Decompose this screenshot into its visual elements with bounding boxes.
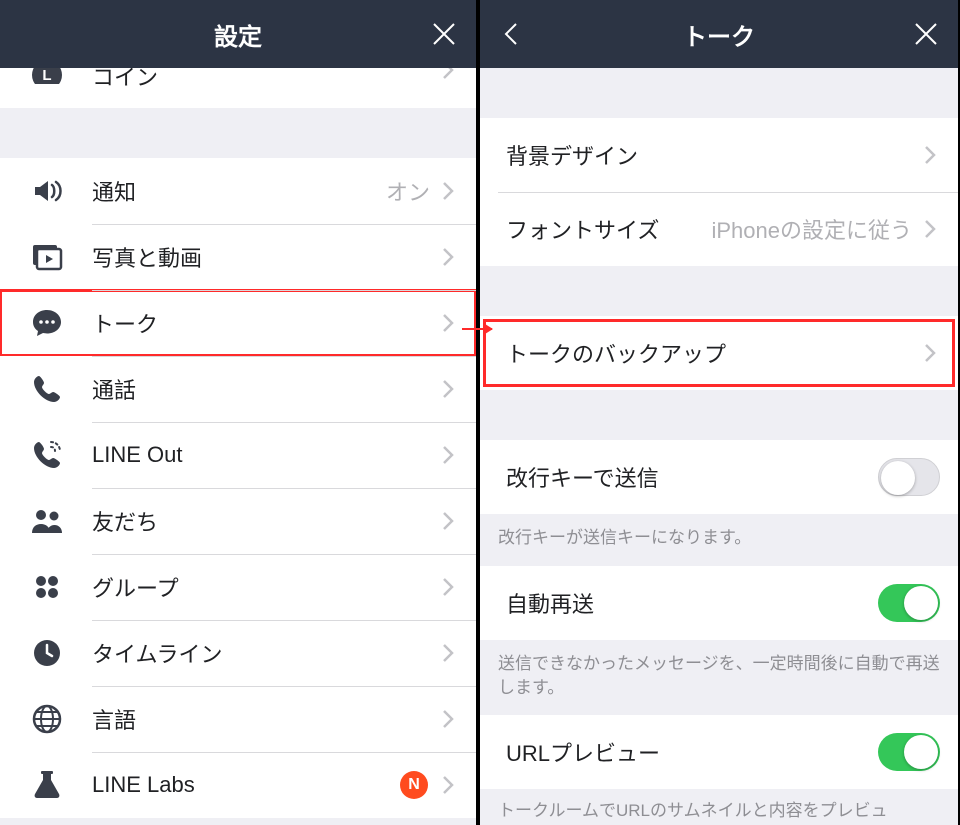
url-preview-switch[interactable] (878, 733, 940, 771)
chevron-right-icon (438, 577, 458, 597)
phone-icon (26, 368, 68, 410)
row-font-size[interactable]: フォントサイズ iPhoneの設定に従う (480, 192, 958, 266)
settings-header: 設定 (0, 0, 476, 68)
row-auto-resend[interactable]: 自動再送 (480, 566, 958, 640)
clock-icon (26, 632, 68, 674)
auto-resend-help: 送信できなかったメッセージを、一定時間後に自動で再送します。 (480, 640, 958, 716)
chevron-right-icon (438, 709, 458, 729)
coin-icon: L (26, 68, 68, 84)
row-groups[interactable]: グループ (0, 554, 476, 620)
row-lineout[interactable]: LINE Out (0, 422, 476, 488)
chevron-right-icon (920, 145, 940, 165)
row-url-preview[interactable]: URLプレビュー (480, 715, 958, 789)
talk-icon (26, 302, 68, 344)
friends-icon (26, 500, 68, 542)
new-badge: N (400, 771, 428, 799)
row-coin[interactable]: L コイン (0, 68, 476, 108)
backup-label: トークのバックアップ (506, 337, 920, 369)
chevron-right-icon (438, 68, 458, 80)
section-gap (0, 108, 476, 158)
close-button[interactable] (894, 0, 958, 68)
chevron-right-icon (920, 343, 940, 363)
speaker-icon (26, 170, 68, 212)
auto-resend-label: 自動再送 (506, 587, 878, 619)
chevron-right-icon (438, 775, 458, 795)
section-gap (480, 390, 958, 440)
back-icon (498, 20, 526, 48)
row-lang[interactable]: 言語 (0, 686, 476, 752)
url-preview-help: トークルームでURLのサムネイルと内容をプレビュ (480, 789, 958, 823)
friends-label: 友だち (92, 505, 438, 537)
chevron-right-icon (438, 379, 458, 399)
settings-screen: 設定 L コイン 通知 オン 写真と動画 (0, 0, 478, 825)
chevron-right-icon (438, 313, 458, 333)
flask-icon (26, 764, 68, 806)
row-talk[interactable]: トーク (0, 290, 476, 356)
back-button[interactable] (480, 0, 544, 68)
lineout-label: LINE Out (92, 442, 438, 468)
enter-send-label: 改行キーで送信 (506, 461, 878, 493)
chevron-right-icon (438, 247, 458, 267)
coin-label: コイン (92, 68, 438, 92)
talk-label: トーク (92, 307, 438, 339)
close-button[interactable] (412, 0, 476, 68)
auto-resend-switch[interactable] (878, 584, 940, 622)
row-timeline[interactable]: タイムライン (0, 620, 476, 686)
media-label: 写真と動画 (92, 241, 438, 273)
notify-value: オン (386, 175, 430, 207)
close-icon (430, 20, 458, 48)
groups-icon (26, 566, 68, 608)
globe-icon (26, 698, 68, 740)
chevron-right-icon (920, 219, 940, 239)
row-labs[interactable]: LINE Labs N (0, 752, 476, 818)
annotation-arrow (462, 328, 492, 330)
section-gap (480, 68, 958, 118)
chevron-right-icon (438, 511, 458, 531)
settings-title: 設定 (214, 17, 262, 52)
timeline-label: タイムライン (92, 637, 438, 669)
chevron-right-icon (438, 181, 458, 201)
font-label: フォントサイズ (506, 213, 711, 245)
chevron-right-icon (438, 643, 458, 663)
talk-settings-screen: トーク 背景デザイン フォントサイズ iPhoneの設定に従う トークのバックア… (478, 0, 958, 825)
talk-header: トーク (480, 0, 958, 68)
row-talk-backup[interactable]: トークのバックアップ (480, 316, 958, 390)
labs-label: LINE Labs (92, 772, 400, 798)
enter-send-switch[interactable] (878, 458, 940, 496)
bg-label: 背景デザイン (506, 139, 920, 171)
row-media[interactable]: 写真と動画 (0, 224, 476, 290)
notify-label: 通知 (92, 175, 386, 207)
close-icon (912, 20, 940, 48)
enter-send-help: 改行キーが送信キーになります。 (480, 514, 958, 566)
groups-label: グループ (92, 571, 438, 603)
row-friends[interactable]: 友だち (0, 488, 476, 554)
row-notify[interactable]: 通知 オン (0, 158, 476, 224)
talk-title: トーク (683, 17, 755, 52)
font-value: iPhoneの設定に従う (711, 213, 912, 245)
lang-label: 言語 (92, 703, 438, 735)
media-icon (26, 236, 68, 278)
lineout-icon (26, 434, 68, 476)
talk-settings-list: 背景デザイン フォントサイズ iPhoneの設定に従う トークのバックアップ 改… (480, 68, 958, 825)
chevron-right-icon (438, 445, 458, 465)
row-enter-send[interactable]: 改行キーで送信 (480, 440, 958, 514)
section-gap (480, 266, 958, 316)
call-label: 通話 (92, 373, 438, 405)
row-bg-design[interactable]: 背景デザイン (480, 118, 958, 192)
url-preview-label: URLプレビュー (506, 736, 878, 768)
row-call[interactable]: 通話 (0, 356, 476, 422)
settings-list: L コイン 通知 オン 写真と動画 トーク (0, 68, 476, 825)
